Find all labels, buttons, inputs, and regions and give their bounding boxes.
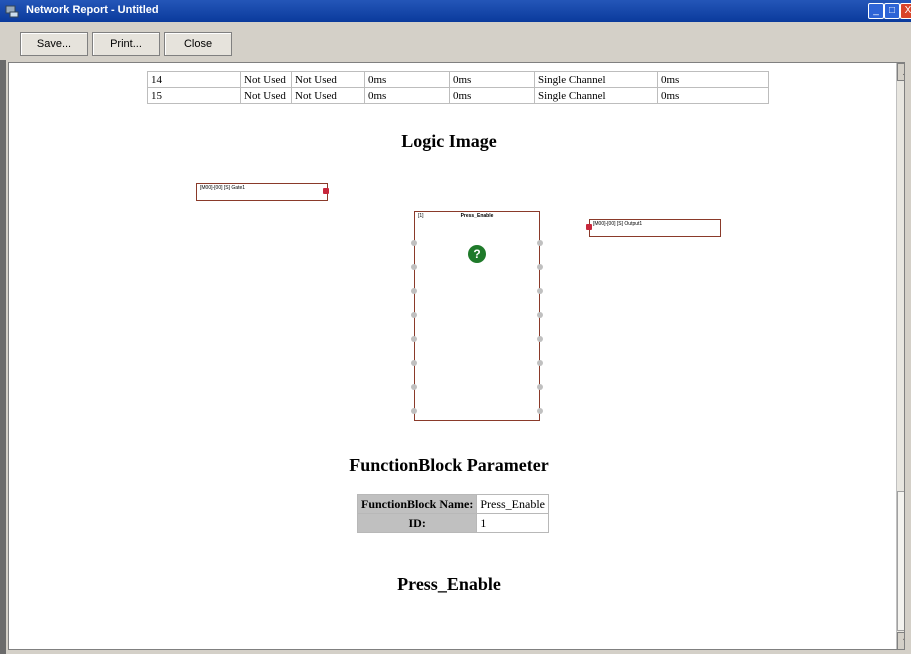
param-key: ID:	[356, 513, 478, 533]
function-block[interactable]: [1] Press_Enable ?	[411, 211, 543, 421]
table-row: FunctionBlock Name: Press_Enable	[356, 494, 549, 514]
maximize-button[interactable]: □	[884, 3, 900, 19]
window-title: Network Report - Untitled	[26, 4, 159, 16]
input-node-label: [M00]-[00] [S] Gate1	[200, 185, 246, 191]
input-pin[interactable]	[586, 224, 592, 230]
table-row: 15 Not Used Not Used 0ms 0ms Single Chan…	[147, 87, 769, 104]
table-row: 14 Not Used Not Used 0ms 0ms Single Chan…	[147, 71, 769, 88]
block-output-pin[interactable]	[537, 288, 543, 294]
block-input-pin[interactable]	[411, 288, 417, 294]
block-output-pin[interactable]	[537, 264, 543, 270]
scroll-up-button[interactable]: ▲	[897, 63, 904, 81]
table-cell: 15	[147, 87, 241, 104]
print-button[interactable]: Print...	[92, 32, 160, 56]
table-cell: 0ms	[657, 87, 769, 104]
table-cell: Not Used	[291, 71, 365, 88]
minimize-icon: _	[873, 5, 879, 16]
port-table: 14 Not Used Not Used 0ms 0ms Single Chan…	[147, 71, 769, 104]
vertical-scrollbar[interactable]: ▲ ▼	[896, 63, 904, 649]
close-icon: X	[904, 5, 911, 16]
toolbar: Save... Print... Close	[0, 22, 911, 60]
output-pin[interactable]	[323, 188, 329, 194]
scroll-down-button[interactable]: ▼	[897, 632, 904, 649]
fb-parameter-heading: FunctionBlock Parameter	[349, 455, 549, 475]
block-name-heading: Press_Enable	[397, 574, 501, 594]
block-output-pin[interactable]	[537, 240, 543, 246]
block-input-pin[interactable]	[411, 384, 417, 390]
table-cell: Not Used	[291, 87, 365, 104]
table-cell: Not Used	[240, 87, 292, 104]
param-value: Press_Enable	[476, 494, 549, 514]
save-button[interactable]: Save...	[20, 32, 88, 56]
title-bar: Network Report - Untitled _ □ X	[0, 0, 911, 22]
function-block-name: Press_Enable	[460, 213, 494, 219]
table-cell: Single Channel	[534, 71, 658, 88]
table-cell: 0ms	[364, 87, 450, 104]
scroll-thumb[interactable]	[897, 491, 904, 631]
table-cell: 0ms	[449, 87, 535, 104]
table-cell: 14	[147, 71, 241, 88]
block-output-pin[interactable]	[537, 384, 543, 390]
block-output-pin[interactable]	[537, 360, 543, 366]
block-input-pin[interactable]	[411, 264, 417, 270]
table-cell: Not Used	[240, 71, 292, 88]
table-cell: 0ms	[449, 71, 535, 88]
logic-image-heading: Logic Image	[401, 131, 497, 151]
table-row: ID: 1	[356, 513, 549, 533]
table-cell: 0ms	[657, 71, 769, 88]
block-input-pin[interactable]	[411, 360, 417, 366]
network-app-icon	[5, 5, 19, 18]
block-input-pin[interactable]	[411, 240, 417, 246]
maximize-icon: □	[888, 5, 896, 16]
input-node[interactable]: [M00]-[00] [S] Gate1	[196, 183, 329, 201]
param-value: 1	[476, 513, 549, 533]
block-output-pin[interactable]	[537, 336, 543, 342]
block-output-pin[interactable]	[537, 408, 543, 414]
output-node-label: [M00]-[00] [S] Output1	[593, 221, 643, 227]
table-cell: Single Channel	[534, 87, 658, 104]
arrow-up-icon: ▲	[902, 67, 904, 77]
block-input-pin[interactable]	[411, 408, 417, 414]
left-edge	[0, 0, 6, 654]
minimize-button[interactable]: _	[868, 3, 884, 19]
param-key: FunctionBlock Name:	[356, 494, 478, 514]
block-input-pin[interactable]	[411, 336, 417, 342]
block-input-pin[interactable]	[411, 312, 417, 318]
arrow-down-icon: ▼	[902, 636, 904, 646]
close-button[interactable]: Close	[164, 32, 232, 56]
close-window-button[interactable]: X	[900, 3, 911, 19]
report-view[interactable]: 14 Not Used Not Used 0ms 0ms Single Chan…	[8, 62, 905, 650]
table-cell: 0ms	[364, 71, 450, 88]
block-output-pin[interactable]	[537, 312, 543, 318]
fb-parameter-table: FunctionBlock Name: Press_Enable ID: 1	[356, 494, 549, 533]
output-node[interactable]: [M00]-[00] [S] Output1	[586, 219, 721, 237]
question-icon: ?	[468, 245, 486, 263]
